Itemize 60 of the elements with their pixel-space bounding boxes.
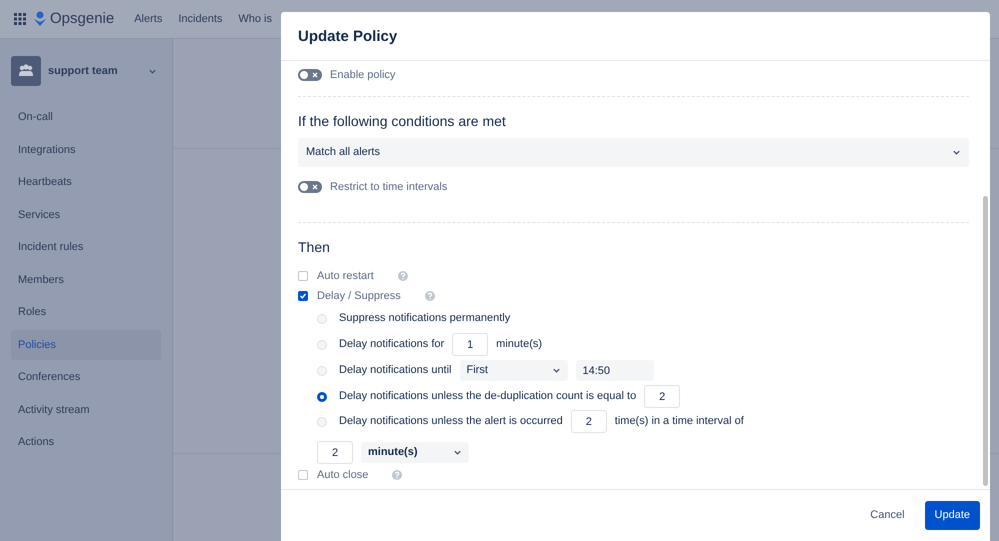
time-field[interactable]: 14:50 [576, 360, 654, 381]
help-icon [424, 291, 435, 301]
section-heading: If the following conditions are met [298, 112, 507, 131]
option-text: time(s) in a time interval of [614, 414, 744, 430]
checkbox-label: Auto close [317, 468, 368, 483]
sidebar-item[interactable]: Actions [11, 427, 161, 458]
number-field[interactable]: 2 [570, 410, 607, 433]
cross-icon [312, 72, 318, 78]
chevron-icon[interactable] [148, 66, 157, 76]
checkbox[interactable] [298, 271, 308, 281]
dropdown-select[interactable]: minute(s) [361, 442, 469, 463]
modal-title: Update Policy [298, 28, 398, 46]
option-text: Delay notifications unless the alert is occurred [339, 414, 563, 430]
sidebar-item[interactable]: Members [11, 264, 161, 295]
update-button[interactable]: Update [924, 501, 980, 530]
sidebar-item[interactable]: Conferences [11, 362, 161, 392]
checkbox-label: Delay / Suppress [317, 288, 401, 304]
team-name: support team [48, 64, 119, 79]
help-icon [392, 470, 402, 480]
checkbox[interactable] [298, 291, 308, 301]
sidebar-item[interactable]: Roles [11, 297, 161, 328]
option-text: minute(s) [496, 337, 542, 352]
sidebar-item[interactable]: Integrations [11, 134, 161, 165]
toggle-label: Enable policy [330, 68, 396, 83]
option-text: Delay notifications until [339, 363, 452, 378]
app-grid-icon[interactable] [14, 13, 26, 25]
toggle-switch[interactable] [298, 180, 322, 193]
nav-link[interactable]: Who is [238, 10, 272, 28]
cross-icon [312, 184, 318, 190]
checkbox[interactable] [298, 470, 308, 480]
logo-icon [34, 11, 46, 27]
number-field[interactable]: 2 [317, 441, 353, 464]
section-heading: Then [298, 238, 331, 257]
condition-select[interactable]: Match all alerts [298, 138, 969, 166]
number-field[interactable]: 2 [644, 385, 680, 408]
sidebar-item[interactable]: Incident rules [11, 232, 161, 262]
toggle-switch[interactable] [298, 69, 322, 82]
cancel-button[interactable]: Cancel [864, 506, 911, 525]
nav-link[interactable]: Incidents [178, 10, 222, 28]
sidebar-item[interactable]: Heartbeats [11, 167, 161, 198]
option-text: Delay notifications for [339, 337, 444, 352]
chevron-icon [952, 148, 961, 156]
sidebar-item[interactable]: Policies [11, 330, 161, 360]
scrollbar-thumb[interactable] [983, 196, 988, 486]
option-text: Suppress notifications permanently [339, 311, 510, 326]
option-text: Delay notifications unless the de-duplication count is equal to [339, 389, 636, 404]
chevron-icon [453, 448, 462, 457]
sidebar-item[interactable]: Services [11, 200, 161, 230]
radio-button[interactable] [317, 392, 327, 402]
chevron-icon [552, 366, 561, 375]
dropdown-select[interactable]: First [460, 360, 568, 381]
help-icon [398, 271, 408, 281]
sidebar-item[interactable]: Activity stream [11, 394, 161, 425]
team-icon [11, 56, 41, 86]
nav-link[interactable]: Alerts [134, 10, 162, 28]
checkbox-label: Auto restart [317, 268, 374, 284]
toggle-label: Restrict to time intervals [330, 180, 448, 194]
app-name: Opsgenie [50, 8, 114, 29]
number-field[interactable]: 1 [452, 333, 488, 356]
sidebar-item[interactable]: On-call [11, 102, 161, 132]
